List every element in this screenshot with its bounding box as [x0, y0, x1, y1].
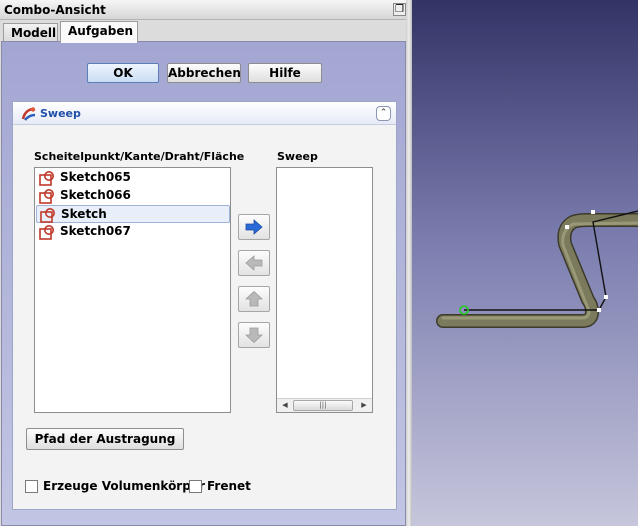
- frenet-option[interactable]: Frenet: [189, 479, 259, 495]
- help-button[interactable]: Hilfe: [248, 63, 322, 83]
- move-up-button[interactable]: [238, 286, 270, 312]
- arrow-down-icon: [245, 327, 263, 343]
- arrow-left-icon: [245, 255, 263, 271]
- solid-option[interactable]: Erzeuge Volumenkörper: [25, 479, 205, 495]
- list-item-selected[interactable]: Sketch: [36, 205, 230, 223]
- horizontal-scrollbar[interactable]: ◀ ||| ▶: [277, 398, 372, 412]
- list-item-label: Sketch065: [60, 170, 131, 184]
- arrow-right-icon: [245, 219, 263, 235]
- dock-title: Combo-Ansicht: [4, 3, 106, 17]
- scroll-left-icon[interactable]: ◀: [279, 400, 291, 411]
- sweep-task-box: Sweep ⌃ Scheitelpunkt/Kante/Draht/Fläche…: [12, 101, 397, 510]
- cancel-button[interactable]: Abbrechen: [167, 63, 241, 83]
- sketch-icon: [40, 208, 55, 223]
- list-item[interactable]: Sketch066: [36, 187, 229, 205]
- arrow-up-icon: [245, 291, 263, 307]
- list-item[interactable]: Sketch065: [36, 169, 229, 187]
- float-window-icon[interactable]: ❐: [393, 3, 406, 16]
- move-down-button[interactable]: [238, 322, 270, 348]
- tab-model[interactable]: Modell: [3, 23, 58, 42]
- sweep-list-label: Sweep: [277, 150, 318, 163]
- sketch-icon: [39, 225, 54, 240]
- sweep-title: Sweep: [40, 107, 81, 120]
- list-item-label: Sketch066: [60, 188, 131, 202]
- list-item-label: Sketch067: [60, 224, 131, 238]
- sketch-icon: [39, 171, 54, 186]
- list-item-label: Sketch: [61, 207, 107, 221]
- sketch-icon: [39, 189, 54, 204]
- pipe-model: [436, 210, 638, 328]
- tab-tasks[interactable]: Aufgaben: [60, 21, 138, 43]
- solid-checkbox-label: Erzeuge Volumenkörper: [43, 479, 205, 493]
- available-list[interactable]: Sketch065 Sketch066 Sketch Sketch067: [34, 167, 231, 413]
- scroll-thumb[interactable]: |||: [293, 400, 353, 411]
- available-label: Scheitelpunkt/Kante/Draht/Fläche: [34, 150, 245, 163]
- sweep-icon: [21, 107, 36, 121]
- ok-button[interactable]: OK: [87, 63, 159, 83]
- move-left-button[interactable]: [238, 250, 270, 276]
- tab-bar: Modell Aufgaben: [0, 20, 410, 43]
- move-right-button[interactable]: [238, 214, 270, 240]
- frenet-checkbox[interactable]: [189, 480, 202, 493]
- dock-title-bar: Combo-Ansicht ❐: [0, 0, 410, 20]
- scroll-right-icon[interactable]: ▶: [358, 400, 370, 411]
- frenet-checkbox-label: Frenet: [207, 479, 251, 493]
- list-item[interactable]: Sketch067: [36, 223, 229, 241]
- sweep-list[interactable]: ◀ ||| ▶: [276, 167, 373, 413]
- sweep-header: Sweep ⌃: [13, 102, 396, 125]
- sweep-path-button[interactable]: Pfad der Austragung: [26, 428, 184, 450]
- chevron-up-icon[interactable]: ⌃: [376, 106, 391, 121]
- 3d-viewport[interactable]: [412, 0, 638, 526]
- combo-view-panel: Combo-Ansicht ❐ Modell Aufgaben OK Abbre…: [0, 0, 410, 526]
- solid-checkbox[interactable]: [25, 480, 38, 493]
